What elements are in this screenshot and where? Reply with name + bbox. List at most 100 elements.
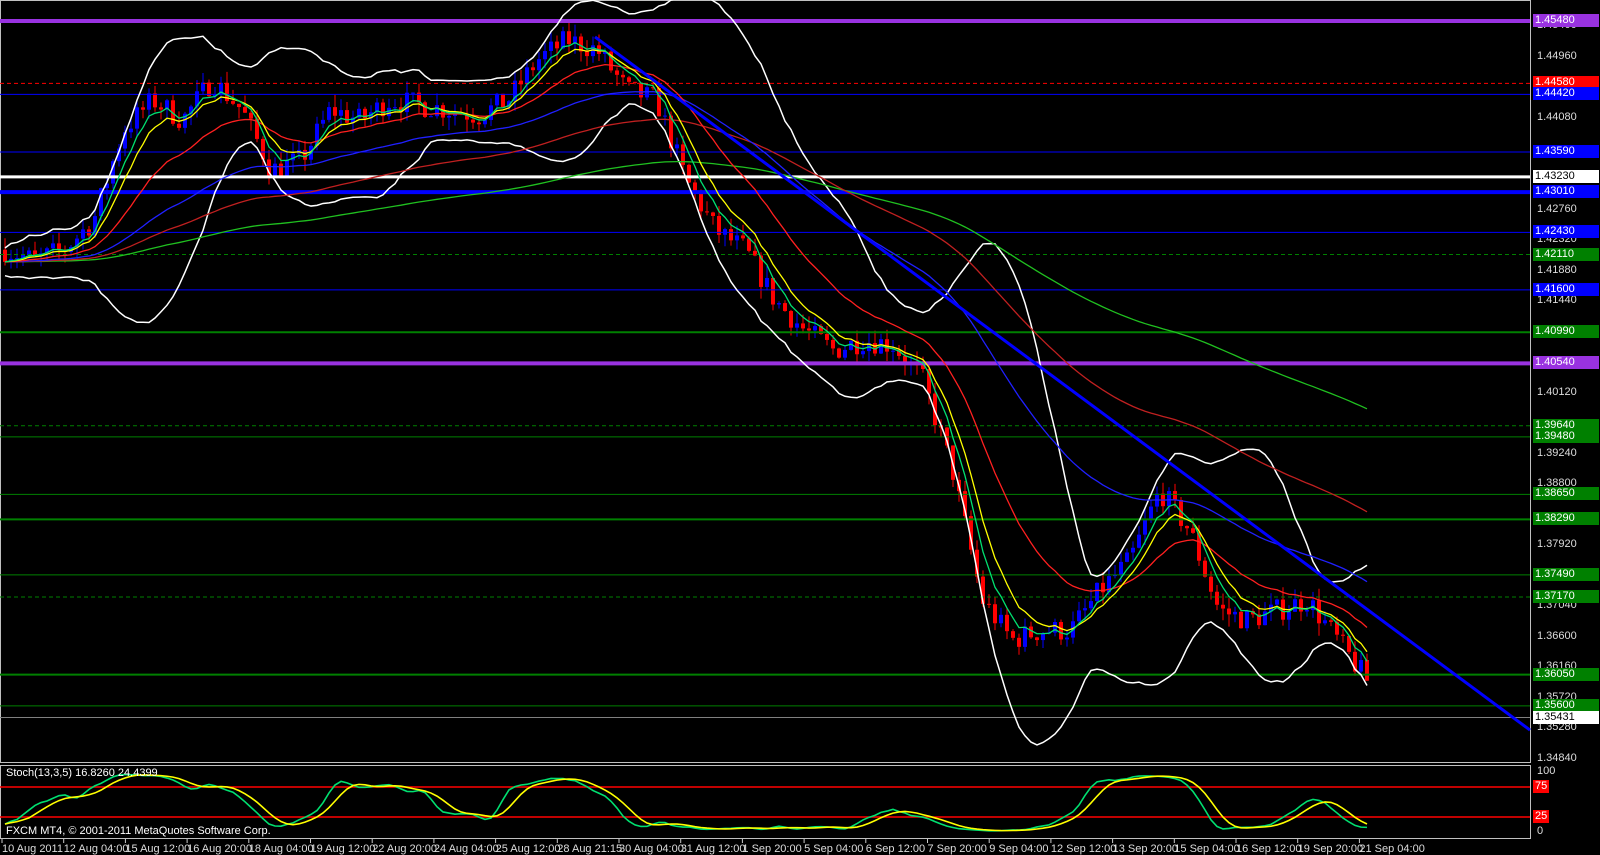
candle-body <box>177 123 181 128</box>
time-axis-label: 13 Sep 20:00 <box>1112 843 1179 855</box>
candle-body <box>861 351 865 355</box>
candle-body <box>231 101 235 104</box>
stochastic-signal-line <box>4 774 1368 832</box>
price-level-tag: 1.37490 <box>1533 567 1599 581</box>
candle-body <box>285 160 289 177</box>
time-axis-label: 12 Aug 04:00 <box>63 843 129 855</box>
time-axis-label: 19 Aug 12:00 <box>310 843 376 855</box>
candle-body <box>1341 634 1345 636</box>
price-level-tag: 1.37170 <box>1533 590 1599 603</box>
candle-body <box>1119 561 1123 575</box>
candle-body <box>765 277 769 287</box>
candle-body <box>201 82 205 92</box>
price-level-tag: 1.41600 <box>1533 282 1599 296</box>
price-level-tag: 1.40990 <box>1533 325 1599 339</box>
candle-body <box>675 144 679 149</box>
candle-body <box>813 326 817 331</box>
candle-body <box>561 31 565 49</box>
candle-body <box>237 103 241 108</box>
candle-body <box>1329 620 1333 622</box>
price-tick-label: 1.36600 <box>1537 629 1577 642</box>
candle-body <box>345 110 349 123</box>
time-axis-label: 6 Sep 12:00 <box>865 843 926 855</box>
price-level-tag: 1.38650 <box>1533 487 1599 501</box>
candle-body <box>699 192 703 212</box>
candle-body <box>129 128 133 133</box>
price-level-tag: 1.43590 <box>1533 144 1599 158</box>
time-axis-label: 10 Aug 2011 <box>2 843 63 855</box>
time-axis-label: 19 Sep 20:00 <box>1297 843 1364 855</box>
candle-body <box>1323 620 1327 624</box>
candle-body <box>153 93 157 108</box>
candle-body <box>159 107 163 110</box>
candle-body <box>711 212 715 217</box>
price-level-tag: 1.44420 <box>1533 87 1599 101</box>
candle-body <box>1035 637 1039 641</box>
candle-body <box>279 163 283 177</box>
price-chart[interactable] <box>0 0 1600 855</box>
candle-body <box>1299 599 1303 612</box>
candle-body <box>303 149 307 160</box>
candle-body <box>891 350 895 352</box>
time-axis-label: 5 Sep 04:00 <box>804 843 864 855</box>
candle-body <box>3 249 7 262</box>
candle-body <box>1095 582 1099 602</box>
candle-body <box>741 235 745 239</box>
candle-body <box>435 105 439 117</box>
candle-body <box>687 164 691 183</box>
price-tick-label: 1.40120 <box>1537 385 1577 398</box>
candle-body <box>1077 610 1081 622</box>
candle-body <box>141 107 145 110</box>
candle-body <box>1017 637 1021 647</box>
candle-body <box>1011 631 1015 638</box>
candle-body <box>1239 611 1243 629</box>
time-axis-label: 1 Sep 20:00 <box>742 843 802 855</box>
candle-body <box>1365 660 1369 681</box>
stochastic-main-line <box>4 773 1368 832</box>
stochastic-label: Stoch(13,3,5) 16.8260 24.4399 <box>6 767 158 779</box>
candle-body <box>339 110 343 116</box>
bollinger-lower-band <box>4 103 1368 746</box>
candle-body <box>585 51 589 57</box>
candle-body <box>321 119 325 124</box>
candle-body <box>1089 601 1093 609</box>
price-level-tag: 1.43010 <box>1533 185 1599 199</box>
price-level-tag: 1.40540 <box>1533 356 1599 370</box>
time-axis-label: 12 Sep 12:00 <box>1050 843 1117 855</box>
candle-body <box>327 107 331 120</box>
candle-body <box>393 107 397 109</box>
candle-body <box>243 107 247 113</box>
candle-body <box>1311 600 1315 611</box>
candle-body <box>987 603 991 605</box>
candle-body <box>639 82 643 98</box>
candle-body <box>1125 552 1129 562</box>
time-axis-label: 9 Sep 04:00 <box>989 843 1049 855</box>
candle-body <box>411 92 415 94</box>
price-level-tag: 1.43230 <box>1533 169 1599 183</box>
time-axis-label: 16 Aug 20:00 <box>187 843 252 855</box>
stochastic-scale-label: 100 <box>1537 765 1556 777</box>
candle-body <box>555 41 559 49</box>
candle-body <box>1149 506 1153 521</box>
candle-body <box>537 59 541 71</box>
price-tick-label: 1.41880 <box>1537 263 1577 276</box>
candle-body <box>621 74 625 78</box>
price-level-tag: 1.39480 <box>1533 429 1599 443</box>
candle-body <box>843 349 847 358</box>
candle-body <box>1305 610 1309 612</box>
time-axis-label: 15 Aug 12:00 <box>125 843 191 855</box>
candle-body <box>1059 622 1063 640</box>
candle-body <box>705 211 709 213</box>
candle-body <box>51 243 55 249</box>
time-axis-label: 24 Aug 04:00 <box>433 843 499 855</box>
candle-body <box>795 323 799 328</box>
candle-body <box>495 93 499 106</box>
candle-body <box>1083 608 1087 611</box>
price-level-tag: 1.45480 <box>1533 13 1599 27</box>
candle-body <box>1023 626 1027 647</box>
candle-body <box>663 115 667 117</box>
price-level-tag: 1.36050 <box>1533 667 1599 681</box>
candle-body <box>771 277 775 305</box>
time-axis-label: 21 Sep 04:00 <box>1359 843 1425 855</box>
candle-body <box>993 604 997 624</box>
